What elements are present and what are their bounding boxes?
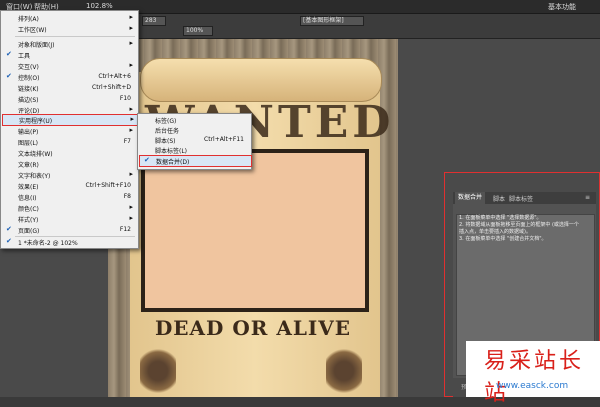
menu-item-control[interactable]: ✔ 控制(O) Ctrl+Alt+6 — [2, 72, 137, 82]
tab-script-label[interactable]: 脚本标签 — [509, 194, 533, 203]
checkmark-icon: ✔ — [6, 72, 12, 80]
menu-item-links[interactable]: 链接(K) Ctrl+Shift+D — [2, 83, 137, 93]
menu-item-effects[interactable]: 效果(E) Ctrl+Shift+F10 — [2, 181, 137, 191]
panel-menu-icon[interactable]: ≡ — [585, 194, 590, 201]
left-ornament — [140, 345, 176, 397]
instruction-line: 1. 在面板菜单中选择 "选择数据源"。 — [459, 215, 542, 221]
chevron-right-icon: ▸ — [129, 170, 133, 178]
menu-item-type-tables[interactable]: 文字和表(Y) ▸ — [2, 170, 137, 180]
tab-data-merge[interactable]: 数据合并 — [455, 192, 486, 204]
submenu-item-scripts[interactable]: 脚本(S) Ctrl+Alt+F11 — [139, 135, 250, 145]
menu-item-color[interactable]: 颜色(C) ▸ — [2, 203, 137, 213]
right-ornament — [326, 345, 362, 397]
menu-item-info[interactable]: 信息(I) F8 — [2, 192, 137, 202]
chevron-right-icon: ▸ — [129, 39, 133, 47]
menu-item-layers[interactable]: 图层(L) F7 — [2, 137, 137, 147]
watermark-url: www.easck.com — [496, 381, 569, 391]
utilities-submenu: 标签(G) 后台任务 脚本(S) Ctrl+Alt+F11 脚本标签(L) ✔ 数据… — [137, 113, 252, 170]
instruction-line: 3. 在面板菜单中选择 "创建合并文档"。 — [459, 236, 547, 242]
submenu-item-tags[interactable]: 标签(G) — [139, 115, 250, 125]
menu-item-pages[interactable]: ✔ 页面(G) F12 — [2, 225, 137, 235]
menu-item-arrange[interactable]: 排列(A) ▸ — [2, 13, 137, 23]
chevron-right-icon: ▸ — [130, 115, 134, 123]
zoom-level[interactable]: 102.8% — [86, 2, 113, 10]
opacity-field[interactable]: 100% — [183, 26, 213, 36]
photo-frame[interactable] — [141, 149, 369, 312]
checkmark-icon: ✔ — [6, 237, 12, 245]
checkmark-icon: ✔ — [6, 225, 12, 233]
chevron-right-icon: ▸ — [129, 24, 133, 32]
watermark-title: 易采站长站 — [484, 349, 585, 406]
chevron-right-icon: ▸ — [129, 13, 133, 21]
menu-separator — [15, 36, 135, 37]
chevron-right-icon: ▸ — [129, 214, 133, 222]
menu-item-utilities[interactable]: 实用程序(U) ▸ — [2, 114, 139, 126]
menu-item-styles[interactable]: 样式(Y) ▸ — [2, 214, 137, 224]
menu-item-tools[interactable]: ✔ 工具 — [2, 50, 137, 60]
tab-scripts[interactable]: 脚本 — [493, 194, 505, 203]
chevron-right-icon: ▸ — [129, 105, 133, 113]
object-style-field[interactable]: [基本图形框架] — [300, 16, 364, 26]
chevron-right-icon: ▸ — [129, 126, 133, 134]
checkmark-icon: ✔ — [144, 156, 150, 164]
menu-item-text-wrap[interactable]: 文本绕排(W) — [2, 148, 137, 158]
chevron-right-icon: ▸ — [129, 203, 133, 211]
stroke-size-field[interactable]: 283 — [142, 16, 166, 26]
menu-item-open-document[interactable]: ✔ 1 *未命名-2 @ 102% — [2, 237, 137, 247]
submenu-item-script-label[interactable]: 脚本标签(L) — [139, 145, 250, 155]
menu-item-output[interactable]: 输出(P) ▸ — [2, 126, 137, 136]
checkmark-icon: ✔ — [6, 50, 12, 58]
instruction-line: 插入点，单击要插入的数据域)。 — [459, 229, 531, 235]
menu-item-stroke[interactable]: 描边(S) F10 — [2, 94, 137, 104]
submenu-item-background-tasks[interactable]: 后台任务 — [139, 125, 250, 135]
menu-item-story[interactable]: 文章(R) — [2, 159, 137, 169]
menu-item-object-layout[interactable]: 对象和版面(J) ▸ — [2, 39, 137, 49]
poster-scroll-roll — [140, 58, 382, 102]
menu-item-interactive[interactable]: 交互(V) ▸ — [2, 61, 137, 71]
poster-subline: DEAD OR ALIVE — [154, 316, 352, 340]
window-menu-dropdown: 排列(A) ▸ 工作区(W) ▸ 对象和版面(J) ▸ ✔ 工具 交互(V) ▸ ✔ 控制(… — [0, 10, 139, 249]
workspace-switcher[interactable]: 基本功能 — [548, 2, 576, 12]
watermark: 易采站长站 www.easck.com — [466, 341, 600, 406]
submenu-item-data-merge[interactable]: ✔ 数据合并(D) — [139, 155, 252, 167]
chevron-right-icon: ▸ — [129, 61, 133, 69]
panel-tabs: 数据合并 脚本 脚本标签 ≡ — [453, 192, 596, 204]
menu-item-workspace[interactable]: 工作区(W) ▸ — [2, 24, 137, 34]
instruction-line: 2. 将数据域从面板拖移至页面上的框架中 (或选择一个 — [459, 222, 579, 228]
